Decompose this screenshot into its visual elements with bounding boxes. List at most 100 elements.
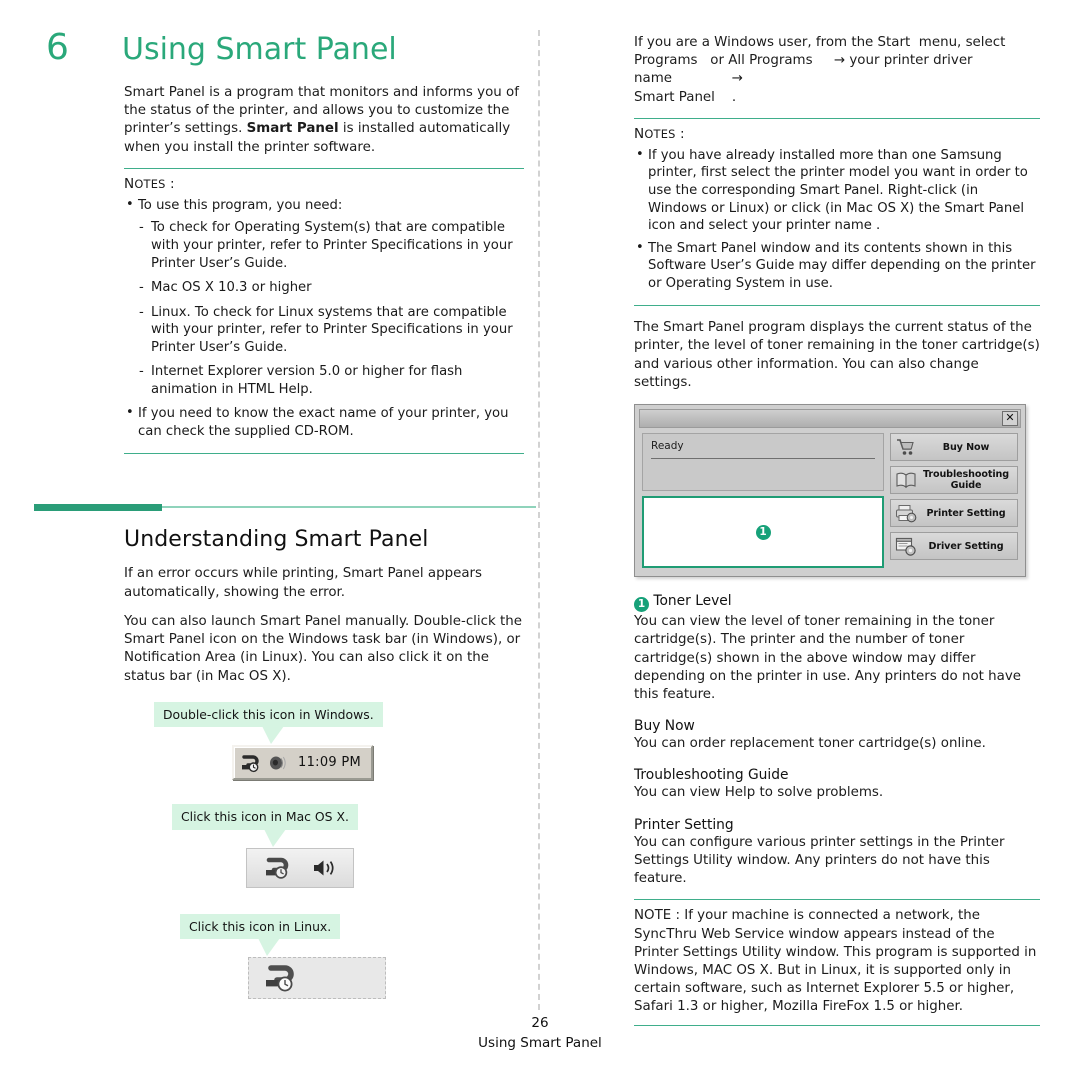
intro-part-g: Smart Panel bbox=[634, 89, 715, 105]
smart-panel-button-column: Buy Now Troubleshooting Guide Printer Se… bbox=[890, 433, 1018, 568]
page-footer: 26 Using Smart Panel bbox=[0, 1015, 1080, 1051]
running-title: Using Smart Panel bbox=[478, 1035, 602, 1051]
feature-heading: 1 Toner Level bbox=[634, 593, 1040, 613]
shopping-cart-icon bbox=[895, 437, 917, 457]
final-note-box: NOTE : If your machine is connected a ne… bbox=[634, 899, 1040, 1026]
notes-list: If you have already installed more than … bbox=[634, 146, 1040, 293]
section-rule bbox=[34, 504, 536, 512]
page-number: 26 bbox=[531, 1015, 549, 1031]
notes-list: To use this program, you need: To check … bbox=[124, 196, 524, 441]
smart-panel-printer-icon[interactable] bbox=[240, 753, 263, 773]
smart-panel-titlebar[interactable]: ✕ bbox=[639, 409, 1021, 429]
note-sublist: To check for Operating System(s) that ar… bbox=[138, 219, 524, 398]
right-intro-paragraph: If you are a Windows user, from the Star… bbox=[634, 34, 1040, 107]
callout-tail bbox=[258, 938, 280, 957]
section-title: Understanding Smart Panel bbox=[124, 527, 429, 553]
printer-status-text: Ready bbox=[651, 440, 684, 453]
toner-level-panel: 1 bbox=[642, 496, 884, 569]
windows-system-tray[interactable]: 11:09 PM bbox=[232, 745, 374, 781]
callout-tail bbox=[262, 726, 284, 745]
right-notes-box: NOTES : If you have already installed mo… bbox=[634, 117, 1040, 307]
feature-section-printer-setting: Printer Setting You can configure variou… bbox=[634, 817, 1040, 889]
note-subitem: Mac OS X 10.3 or higher bbox=[138, 279, 524, 297]
notes-label: NOTES : bbox=[634, 125, 685, 142]
button-label: Driver Setting bbox=[928, 540, 1004, 552]
note-item: If you have already installed more than … bbox=[634, 146, 1040, 235]
note-label-cap: N bbox=[634, 908, 645, 924]
feature-body: You can view the level of toner remainin… bbox=[634, 614, 1021, 702]
note-item-text: To use this program, you need: bbox=[138, 197, 343, 213]
section-paragraph-1: If an error occurs while printing, Smart… bbox=[124, 566, 483, 600]
note-item: If you need to know the exact name of yo… bbox=[124, 404, 524, 440]
page-title: Using Smart Panel bbox=[122, 32, 397, 67]
callout-linux-label: Click this icon in Linux. bbox=[180, 913, 341, 957]
callout-text: Click this icon in Linux. bbox=[189, 918, 332, 934]
left-column: 6 Using Smart Panel Smart Panel is a pro… bbox=[34, 30, 536, 1000]
button-label: Troubleshooting Guide bbox=[922, 469, 1010, 492]
note-body: If your machine is connected a network, … bbox=[634, 908, 1037, 1015]
intro-part-d: or All Programs bbox=[710, 53, 813, 69]
feature-heading: Printer Setting bbox=[634, 816, 734, 833]
final-note-text: NOTE : If your machine is connected a ne… bbox=[634, 907, 1040, 1016]
chapter-heading: 6 Using Smart Panel bbox=[46, 30, 536, 66]
chapter-number: 6 bbox=[46, 27, 69, 68]
callout-windows: Double-click this icon in Windows. 11:09… bbox=[124, 701, 536, 781]
section-paragraph-2: You can also launch Smart Panel manually… bbox=[124, 613, 522, 684]
feature-section-toner: 1 Toner Level You can view the level of … bbox=[634, 593, 1040, 704]
right-paragraph-after-notes: The Smart Panel program displays the cur… bbox=[634, 320, 1040, 390]
notes-box: NOTES : To use this program, you need: T… bbox=[124, 167, 524, 455]
intro-paragraph: Smart Panel is a program that monitors a… bbox=[124, 85, 519, 155]
feature-heading: Buy Now bbox=[634, 718, 695, 735]
mac-status-bar[interactable] bbox=[246, 847, 354, 888]
note-item: The Smart Panel window and its contents … bbox=[634, 239, 1040, 293]
volume-icon[interactable] bbox=[311, 857, 337, 879]
tray-clock[interactable]: 11:09 PM bbox=[298, 755, 361, 770]
feature-section-buy-now: Buy Now You can order replacement toner … bbox=[634, 718, 1040, 753]
printer-setting-button[interactable]: Printer Setting bbox=[890, 499, 1018, 528]
smart-panel-printer-icon[interactable] bbox=[263, 855, 293, 881]
note-label-colon: : bbox=[671, 908, 685, 924]
printer-gear-icon bbox=[895, 503, 917, 523]
linux-notification-area[interactable] bbox=[248, 957, 386, 1000]
document-page: 6 Using Smart Panel Smart Panel is a pro… bbox=[0, 0, 1080, 1080]
callout-text: Double-click this icon in Windows. bbox=[163, 706, 374, 722]
note-subitem: Internet Explorer version 5.0 or higher … bbox=[138, 363, 524, 398]
intro-bold-term: Smart Panel bbox=[246, 121, 339, 137]
smart-panel-window[interactable]: ✕ Ready 1 Buy Now Troubleshooting Guide … bbox=[634, 404, 1026, 578]
intro-part-h: . bbox=[731, 89, 737, 105]
feature-heading: Troubleshooting Guide bbox=[634, 767, 789, 784]
buy-now-button[interactable]: Buy Now bbox=[890, 433, 1018, 462]
callout-linux: Click this icon in Linux. bbox=[124, 913, 536, 1000]
callout-badge-1: 1 bbox=[755, 524, 771, 540]
troubleshooting-guide-button[interactable]: Troubleshooting Guide bbox=[890, 466, 1018, 495]
driver-setting-button[interactable]: Driver Setting bbox=[890, 532, 1018, 561]
status-divider bbox=[651, 458, 875, 460]
help-book-icon bbox=[895, 470, 917, 490]
note-label-rest: OTE bbox=[644, 908, 672, 924]
feature-body: You can order replacement toner cartridg… bbox=[634, 736, 986, 752]
note-item: To use this program, you need: To check … bbox=[124, 196, 524, 398]
intro-part-b: menu, select bbox=[918, 35, 1006, 50]
callout-mac-label: Click this icon in Mac OS X. bbox=[172, 804, 358, 847]
feature-section-troubleshooting: Troubleshooting Guide You can view Help … bbox=[634, 767, 1040, 802]
feature-heading-text: Toner Level bbox=[653, 593, 732, 610]
intro-part-a: If you are a Windows user, from the Star… bbox=[634, 35, 911, 50]
column-divider bbox=[538, 30, 540, 1010]
callout-windows-label: Double-click this icon in Windows. bbox=[154, 701, 383, 745]
section-rule-thick bbox=[34, 504, 162, 512]
feature-body: You can configure various printer settin… bbox=[634, 834, 1005, 887]
notes-label: NOTES : bbox=[124, 175, 175, 192]
window-gear-icon bbox=[895, 536, 917, 556]
smart-panel-printer-icon[interactable] bbox=[263, 963, 299, 993]
feature-body: You can view Help to solve problems. bbox=[634, 785, 884, 801]
button-label: Printer Setting bbox=[926, 507, 1006, 519]
smart-panel-left-pane: Ready 1 bbox=[642, 433, 884, 569]
smart-panel-body: Ready 1 Buy Now Troubleshooting Guide Pr… bbox=[639, 433, 1021, 572]
intro-part-c: Programs bbox=[634, 53, 698, 69]
right-column: If you are a Windows user, from the Star… bbox=[634, 34, 1040, 1026]
close-icon[interactable]: ✕ bbox=[1002, 411, 1018, 427]
note-subitem: Linux. To check for Linux systems that a… bbox=[138, 304, 524, 357]
callout-badge-1: 1 bbox=[634, 597, 649, 613]
speaker-icon[interactable] bbox=[268, 754, 287, 772]
left-notes-block: NOTES : To use this program, you need: T… bbox=[124, 167, 524, 455]
